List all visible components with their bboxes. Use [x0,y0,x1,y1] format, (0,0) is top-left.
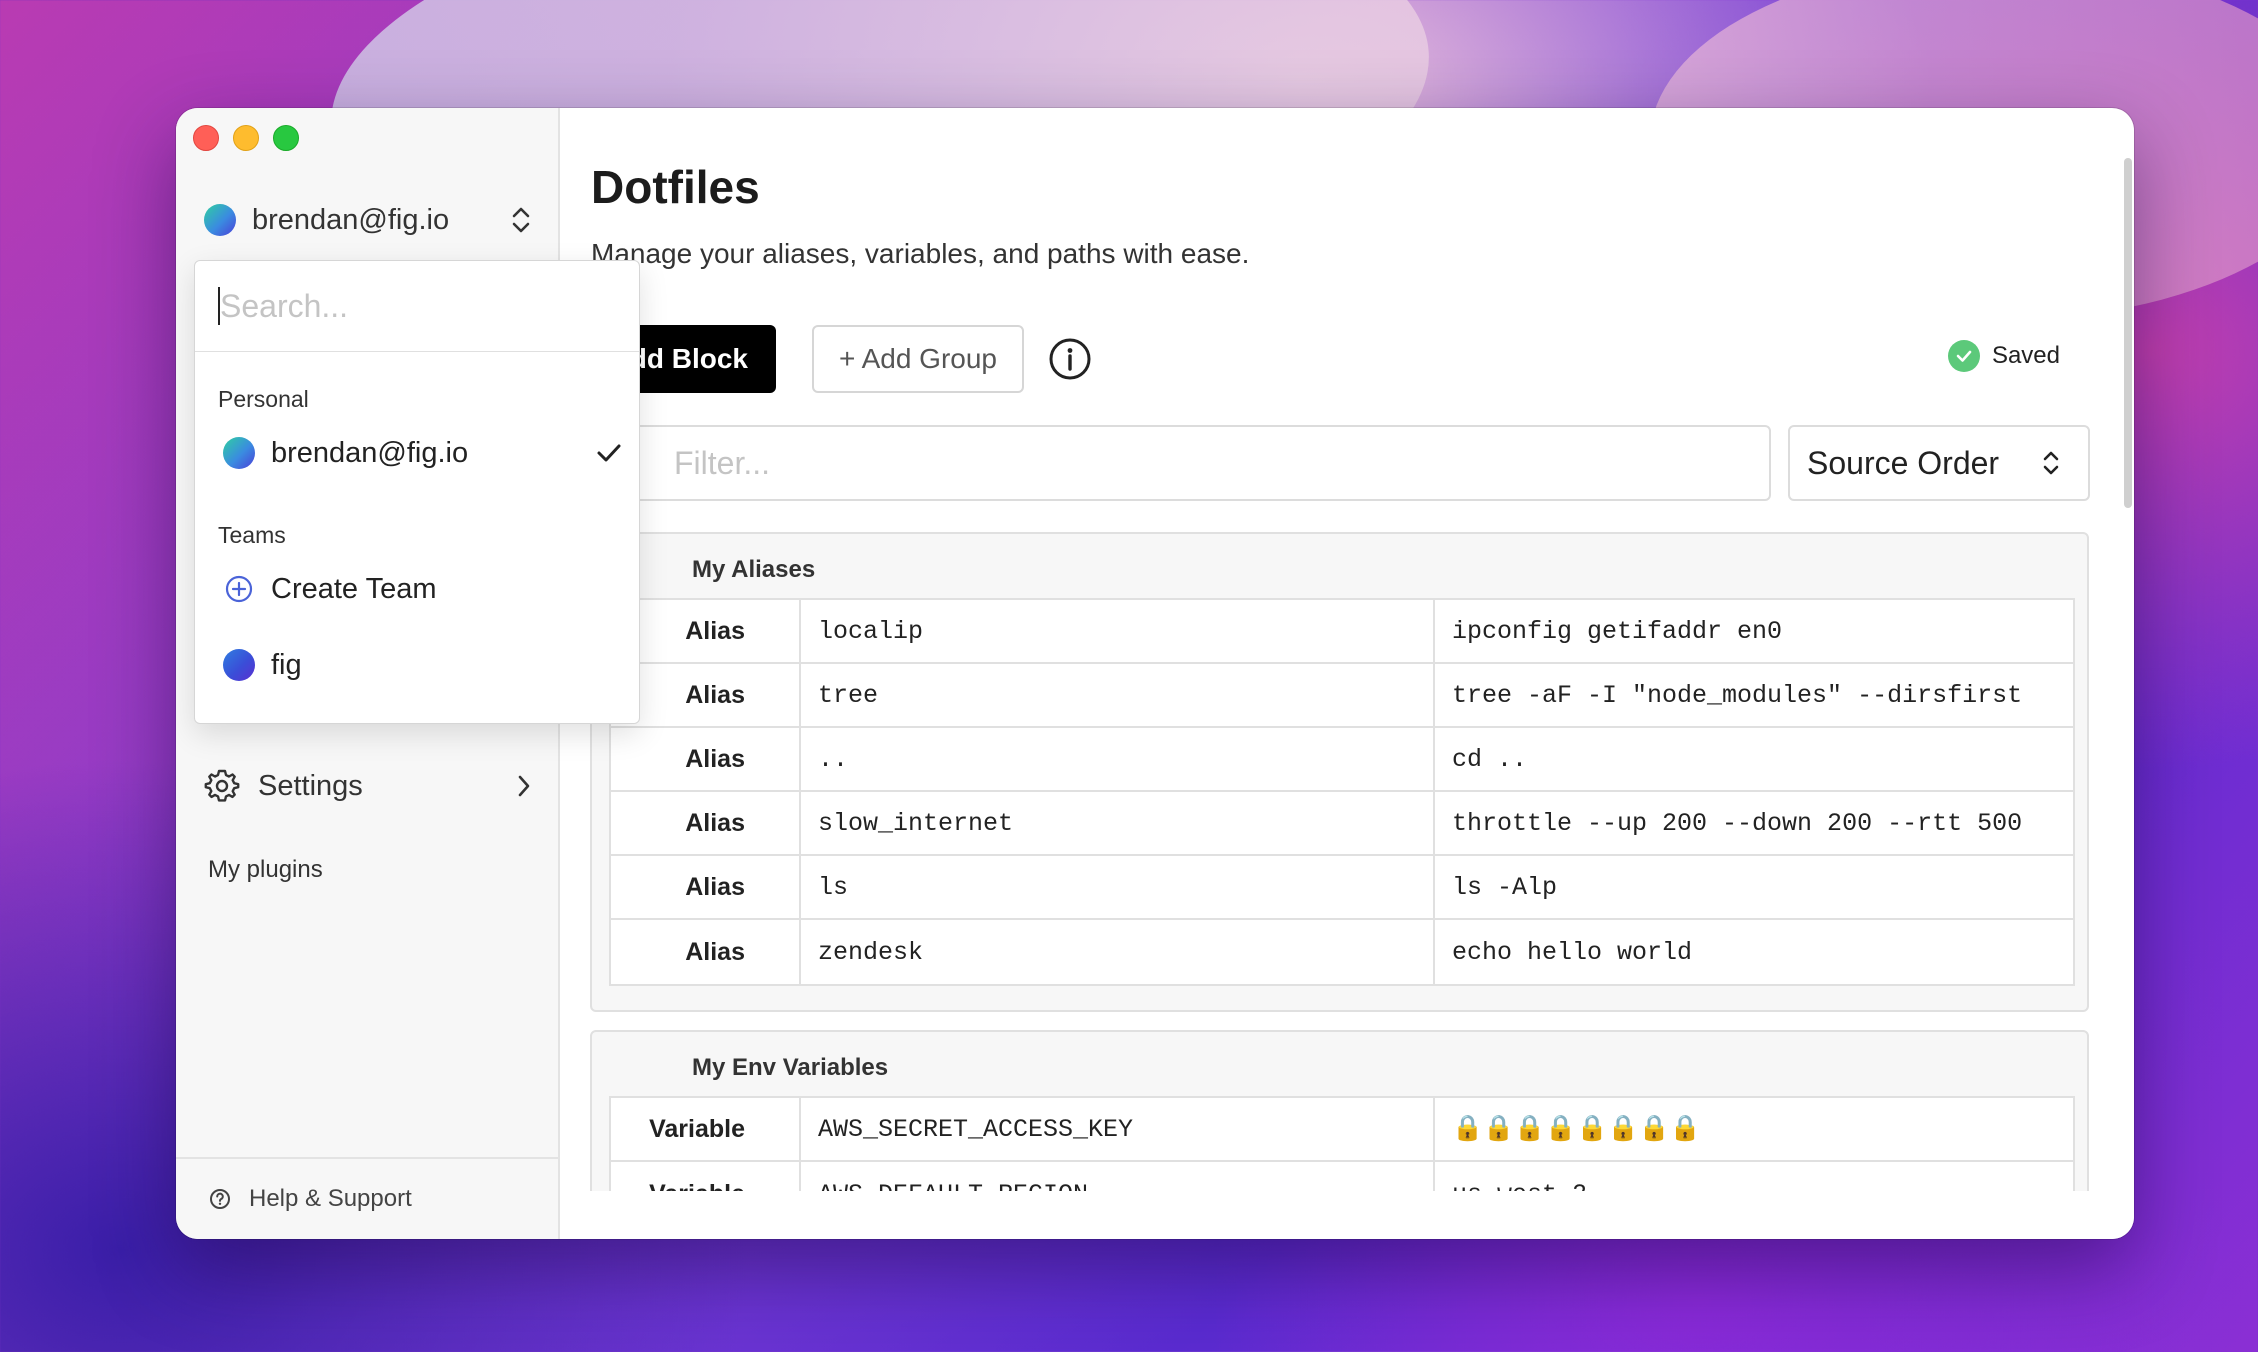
account-search-input[interactable] [218,286,612,326]
group-title: My Env Variables [692,1054,889,1081]
row-value[interactable]: cd .. [1435,728,2073,790]
filter-box [590,425,1771,501]
info-icon[interactable] [1048,337,1092,381]
account-search-box [195,261,639,352]
close-window-button[interactable] [193,125,219,151]
table-row[interactable]: Alias zendesk echo hello world [611,920,2073,984]
table-row[interactable]: Alias tree tree -aF -I "node_modules" --… [611,664,2073,728]
row-key[interactable]: ls [801,856,1435,918]
filter-input[interactable] [672,443,1676,483]
row-type: Variable [611,1098,801,1160]
scrollbar[interactable] [2124,158,2132,508]
saved-status: Saved [1947,340,2060,372]
chevron-right-icon [518,775,530,797]
saved-check-icon [1947,340,1980,372]
teams-section-label: Teams [218,522,286,548]
row-key[interactable]: slow_internet [801,792,1435,854]
table-row[interactable]: Alias ls ls -Alp [611,856,2073,920]
sort-order-select[interactable]: Source Order [1788,425,2090,501]
table-row[interactable]: Alias .. cd .. [611,728,2073,792]
row-key[interactable]: zendesk [801,920,1435,984]
row-key[interactable]: localip [801,600,1435,662]
table-row[interactable]: Alias slow_internet throttle --up 200 --… [611,792,2073,856]
team-avatar [223,649,255,681]
question-circle-icon [210,1189,230,1209]
saved-label: Saved [1991,342,2060,369]
create-team-button[interactable]: Create Team [223,563,623,615]
app-window: brendan@fig.io Settings My plugins Help … [176,108,2134,1239]
group-title: My Aliases [692,556,816,583]
help-support-label: Help & Support [249,1185,412,1212]
plus-circle-icon [225,575,253,603]
account-email: brendan@fig.io [252,203,450,236]
row-value-hidden[interactable]: 🔒🔒🔒🔒🔒🔒🔒🔒 [1435,1098,2073,1160]
create-team-label: Create Team [271,572,437,605]
main-content: Dotfiles Manage your aliases, variables,… [560,108,2134,1239]
sort-order-value: Source Order [1807,444,2000,481]
row-value[interactable]: ls -Alp [1435,856,2073,918]
content-clip [560,1191,2134,1239]
row-type: Alias [611,792,801,854]
dropdown-item-personal-account[interactable]: brendan@fig.io [223,427,623,479]
group-my-aliases: My Aliases Alias localip ipconfig getifa… [590,532,2089,1012]
minimize-window-button[interactable] [233,125,259,151]
row-key[interactable]: AWS_SECRET_ACCESS_KEY [801,1098,1435,1160]
sidebar: brendan@fig.io Settings My plugins Help … [176,108,640,1239]
zoom-window-button[interactable] [273,125,299,151]
account-switcher[interactable]: brendan@fig.io [204,192,534,248]
settings-label: Settings [258,769,363,802]
row-value[interactable]: ipconfig getifaddr en0 [1435,600,2073,662]
checkmark-icon [597,444,621,462]
team-name-label: fig [271,648,302,681]
avatar [223,437,255,469]
chevron-up-down-icon [2043,451,2059,475]
help-support-link[interactable]: Help & Support [176,1157,558,1239]
row-key[interactable]: tree [801,664,1435,726]
dropdown-item-team-fig[interactable]: fig [223,639,623,691]
chevron-up-down-icon [512,207,530,233]
my-plugins-heading: My plugins [208,856,323,883]
page-title: Dotfiles [591,161,760,213]
sidebar-item-settings[interactable]: Settings [204,756,534,816]
row-type: Alias [611,728,801,790]
personal-account-label: brendan@fig.io [271,436,469,469]
personal-section-label: Personal [218,386,309,412]
row-type: Alias [611,856,801,918]
text-caret [218,287,220,325]
row-type: Alias [611,920,801,984]
avatar [204,204,236,236]
row-key[interactable]: .. [801,728,1435,790]
row-value[interactable]: throttle --up 200 --down 200 --rtt 500 [1435,792,2073,854]
table-row[interactable]: Variable AWS_SECRET_ACCESS_KEY 🔒🔒🔒🔒🔒🔒🔒🔒 [611,1098,2073,1162]
alias-table: Alias localip ipconfig getifaddr en0 Ali… [609,598,2075,986]
row-value[interactable]: echo hello world [1435,920,2073,984]
table-row[interactable]: Alias localip ipconfig getifaddr en0 [611,600,2073,664]
add-group-button[interactable]: + Add Group [812,325,1024,393]
gear-icon [204,769,240,802]
page-subtitle: Manage your aliases, variables, and path… [591,238,1250,269]
account-dropdown: Personal brendan@fig.io Teams Create Tea… [194,260,640,724]
row-value[interactable]: tree -aF -I "node_modules" --dirsfirst [1435,664,2073,726]
